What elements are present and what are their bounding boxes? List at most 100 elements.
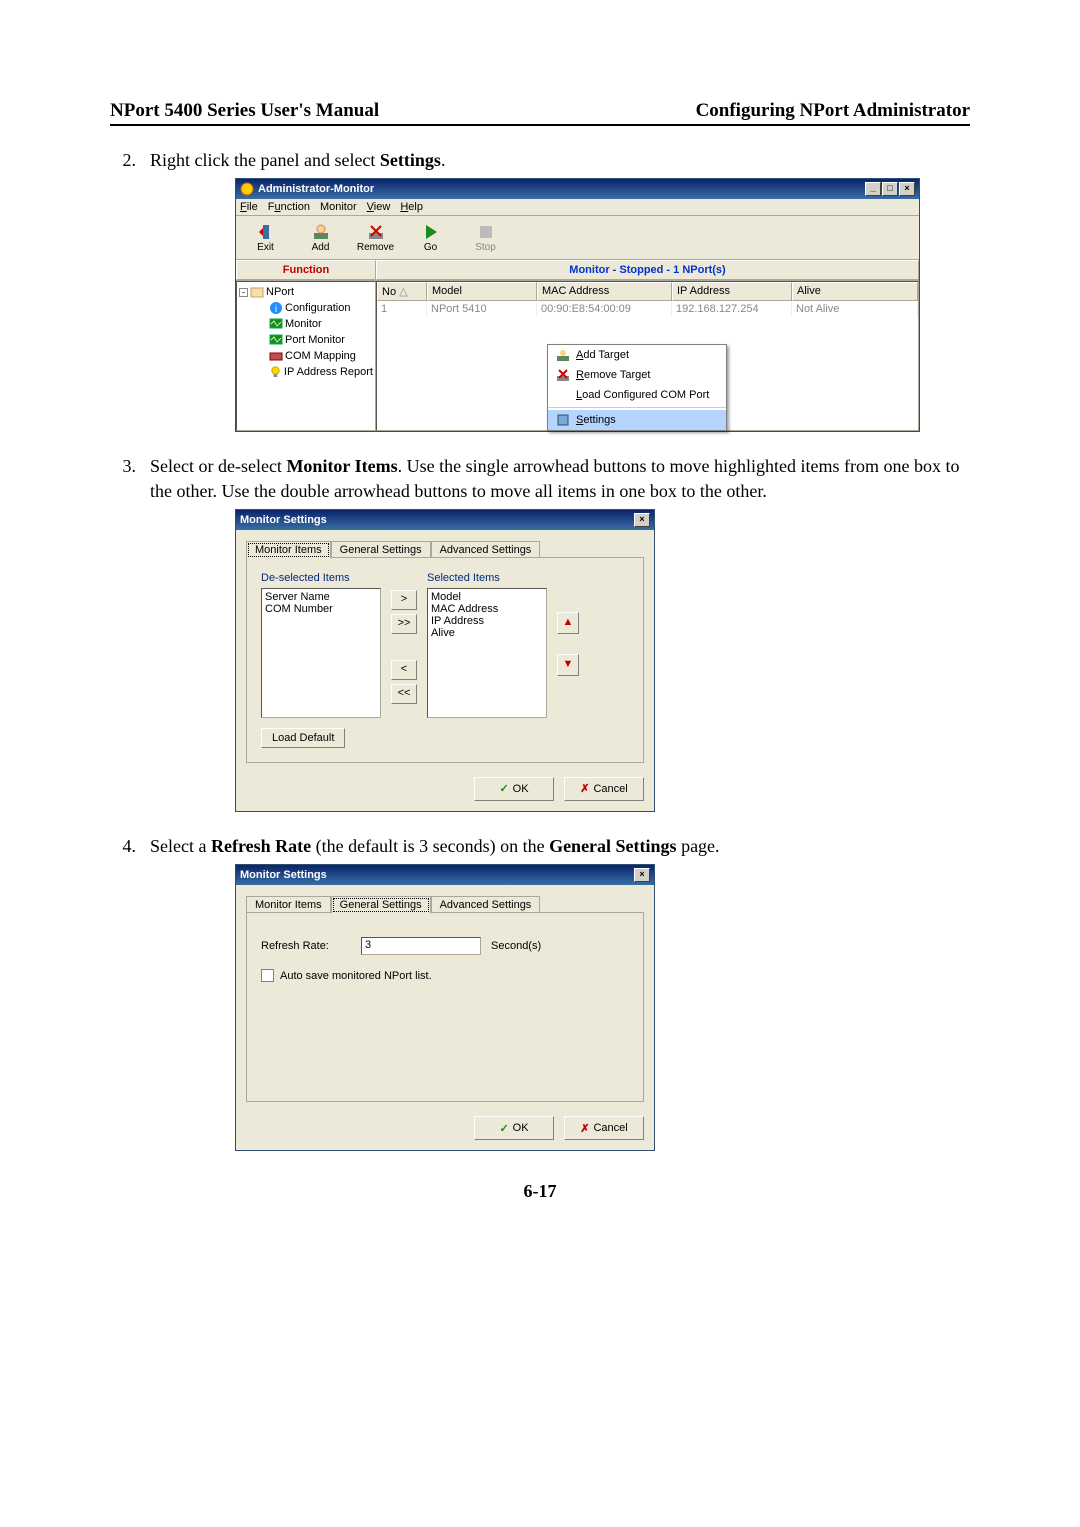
cancel-button[interactable]: ✗Cancel — [564, 1116, 644, 1140]
col-ip[interactable]: IP Address — [672, 282, 792, 301]
seconds-label: Second(s) — [491, 940, 541, 952]
monitor-settings-dialog-general: Monitor Settings × Monitor Items General… — [235, 864, 655, 1151]
toolbar-add[interactable]: Add — [293, 223, 348, 253]
move-all-right-button[interactable]: >> — [391, 614, 417, 634]
admin-monitor-window: Administrator-Monitor _ □ × File Functio… — [235, 178, 920, 432]
autosave-checkbox-row[interactable]: Auto save monitored NPort list. — [261, 969, 629, 982]
selected-label: Selected Items — [427, 572, 547, 584]
close-button[interactable]: × — [634, 868, 650, 882]
remove-icon — [367, 223, 385, 241]
ctx-load-com-port[interactable]: Load Configured COM Port — [548, 385, 726, 405]
tab-monitor-items[interactable]: Monitor Items — [246, 541, 331, 559]
tree-monitor[interactable]: Monitor — [239, 316, 373, 332]
remove-target-icon — [556, 368, 570, 382]
col-no[interactable]: No △ — [377, 282, 427, 301]
tree-com-mapping[interactable]: COM Mapping — [239, 348, 373, 364]
autosave-checkbox[interactable] — [261, 969, 274, 982]
check-icon: ✓ — [499, 782, 508, 795]
tree-ip-report[interactable]: IP Address Report — [239, 364, 373, 380]
tree-configuration[interactable]: i Configuration — [239, 300, 373, 316]
monitor-settings-dialog-items: Monitor Settings × Monitor Items General… — [235, 509, 655, 812]
step-2-number: 2. — [110, 148, 150, 172]
info-icon: i — [269, 301, 283, 315]
function-tree[interactable]: - NPort i Configuration Monitor Por — [236, 281, 376, 431]
table-row[interactable]: 1 NPort 5410 00:90:E8:54:00:09 192.168.1… — [377, 301, 918, 317]
move-right-button[interactable]: > — [391, 590, 417, 610]
monitor-icon — [269, 317, 283, 331]
deselected-label: De-selected Items — [261, 572, 381, 584]
close-button[interactable]: × — [899, 182, 915, 196]
selected-listbox[interactable]: Model MAC Address IP Address Alive — [427, 588, 547, 718]
monitor-list[interactable]: No △ Model MAC Address IP Address Alive … — [376, 281, 919, 431]
go-icon — [422, 223, 440, 241]
cancel-button[interactable]: ✗Cancel — [564, 777, 644, 801]
settings-icon — [556, 413, 570, 427]
menu-view[interactable]: View — [367, 201, 391, 213]
list-item[interactable]: COM Number — [265, 603, 377, 615]
list-item[interactable]: IP Address — [431, 615, 543, 627]
dlg-title: Monitor Settings — [240, 869, 327, 881]
menu-help[interactable]: Help — [400, 201, 423, 213]
context-menu: Add Target Remove Target Load Configured… — [547, 344, 727, 431]
ctx-add-target[interactable]: Add Target — [548, 345, 726, 365]
col-alive[interactable]: Alive — [792, 282, 918, 301]
step-4: 4. Select a Refresh Rate (the default is… — [110, 834, 970, 858]
tab-general-settings[interactable]: General Settings — [331, 896, 431, 914]
move-all-left-button[interactable]: << — [391, 684, 417, 704]
close-button[interactable]: × — [634, 513, 650, 527]
menu-file[interactable]: File — [240, 201, 258, 213]
down-arrow-icon: ▼ — [563, 658, 574, 670]
load-default-button[interactable]: Load Default — [261, 728, 345, 748]
step-4-text: Select a Refresh Rate (the default is 3 … — [150, 834, 970, 858]
col-mac[interactable]: MAC Address — [537, 282, 672, 301]
maximize-button[interactable]: □ — [882, 182, 898, 196]
up-arrow-icon: ▲ — [563, 616, 574, 628]
toolbar-exit[interactable]: Exit — [238, 223, 293, 253]
port-monitor-icon — [269, 333, 283, 347]
menu-monitor[interactable]: Monitor — [320, 201, 357, 213]
com-mapping-icon — [269, 349, 283, 363]
step-3-text: Select or de-select Monitor Items. Use t… — [150, 454, 970, 503]
toolbar: Exit Add Remove Go Stop — [236, 216, 919, 260]
refresh-rate-input[interactable]: 3 — [361, 937, 481, 955]
stop-icon — [477, 223, 495, 241]
ok-button[interactable]: ✓OK — [474, 1116, 554, 1140]
minimize-button[interactable]: _ — [865, 182, 881, 196]
step-3: 3. Select or de-select Monitor Items. Us… — [110, 454, 970, 503]
autosave-label: Auto save monitored NPort list. — [280, 970, 432, 982]
tree-root[interactable]: - NPort — [239, 284, 373, 300]
folder-icon — [250, 285, 264, 299]
minus-icon[interactable]: - — [239, 288, 248, 297]
ctx-remove-target[interactable]: Remove Target — [548, 365, 726, 385]
ctx-settings[interactable]: Settings — [548, 410, 726, 430]
menubar: File Function Monitor View Help — [236, 199, 919, 216]
step-4-number: 4. — [110, 834, 150, 858]
ok-button[interactable]: ✓OK — [474, 777, 554, 801]
move-left-button[interactable]: < — [391, 660, 417, 680]
refresh-rate-label: Refresh Rate: — [261, 940, 351, 952]
deselected-listbox[interactable]: Server Name COM Number — [261, 588, 381, 718]
dlg-titlebar[interactable]: Monitor Settings × — [236, 510, 654, 530]
list-item[interactable]: MAC Address — [431, 603, 543, 615]
bulb-icon — [269, 365, 282, 379]
move-up-button[interactable]: ▲ — [557, 612, 579, 634]
list-item[interactable]: Server Name — [265, 591, 377, 603]
toolbar-remove[interactable]: Remove — [348, 223, 403, 253]
x-icon: ✗ — [580, 1122, 589, 1135]
titlebar[interactable]: Administrator-Monitor _ □ × — [236, 179, 919, 199]
move-down-button[interactable]: ▼ — [557, 654, 579, 676]
step-3-number: 3. — [110, 454, 150, 503]
monitor-status-header: Monitor - Stopped - 1 NPort(s) — [376, 260, 919, 280]
toolbar-go[interactable]: Go — [403, 223, 458, 253]
toolbar-stop: Stop — [458, 223, 513, 253]
step-2: 2. Right click the panel and select Sett… — [110, 148, 970, 172]
list-item[interactable]: Alive — [431, 627, 543, 639]
dlg-titlebar[interactable]: Monitor Settings × — [236, 865, 654, 885]
menu-function[interactable]: Function — [268, 201, 310, 213]
page-number: 6-17 — [110, 1181, 970, 1202]
list-item[interactable]: Model — [431, 591, 543, 603]
col-model[interactable]: Model — [427, 282, 537, 301]
tree-port-monitor[interactable]: Port Monitor — [239, 332, 373, 348]
function-panel-header: Function — [236, 260, 376, 280]
exit-icon — [257, 223, 275, 241]
